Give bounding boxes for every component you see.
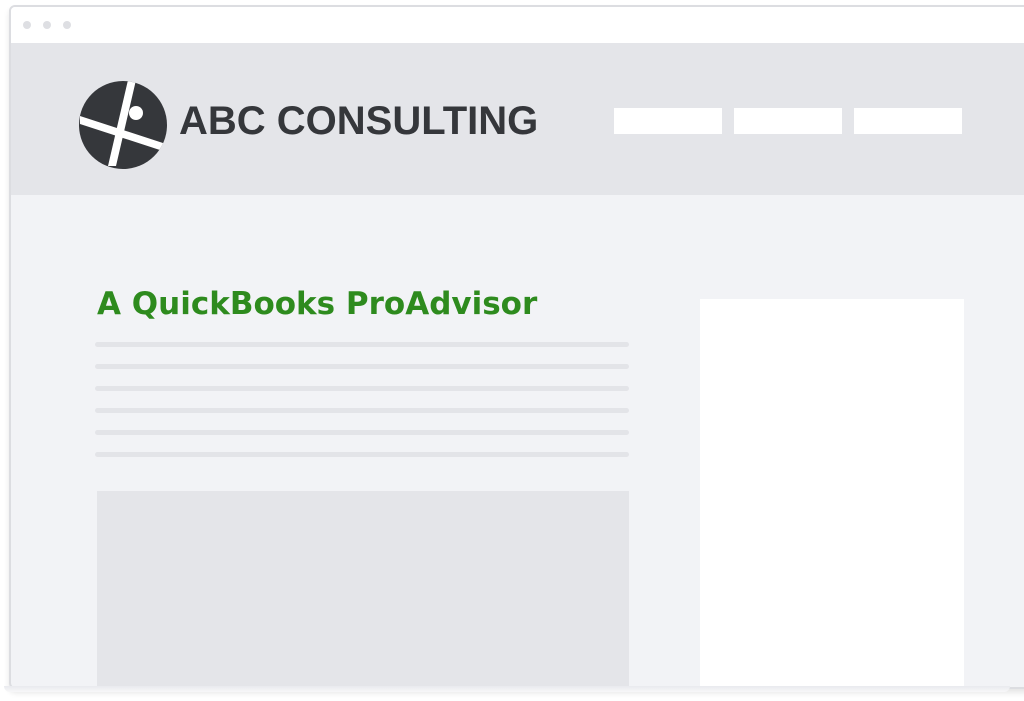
abc-consulting-logo-icon[interactable] <box>78 80 168 170</box>
sidebar-panel <box>700 299 964 687</box>
browser-window: ABC CONSULTING A QuickBooks ProAdvisor <box>9 5 1024 689</box>
nav-item-1[interactable] <box>614 108 722 134</box>
window-dot-minimize[interactable] <box>43 21 51 29</box>
text-placeholder-line <box>95 364 629 369</box>
text-placeholder-line <box>95 386 629 391</box>
window-dot-maximize[interactable] <box>63 21 71 29</box>
text-placeholder-line <box>95 408 629 413</box>
window-dot-close[interactable] <box>23 21 31 29</box>
text-placeholder-line <box>95 452 629 457</box>
nav-item-2[interactable] <box>734 108 842 134</box>
nav-item-3[interactable] <box>854 108 962 134</box>
brand-name[interactable]: ABC CONSULTING <box>179 99 538 144</box>
image-placeholder <box>97 491 629 687</box>
site-header: ABC CONSULTING <box>11 43 1024 195</box>
page-headline: A QuickBooks ProAdvisor <box>97 286 538 322</box>
text-placeholder-line <box>95 430 629 435</box>
text-placeholder-line <box>95 342 629 347</box>
window-titlebar <box>11 7 1024 43</box>
window-bottom-shadow <box>4 686 1010 692</box>
